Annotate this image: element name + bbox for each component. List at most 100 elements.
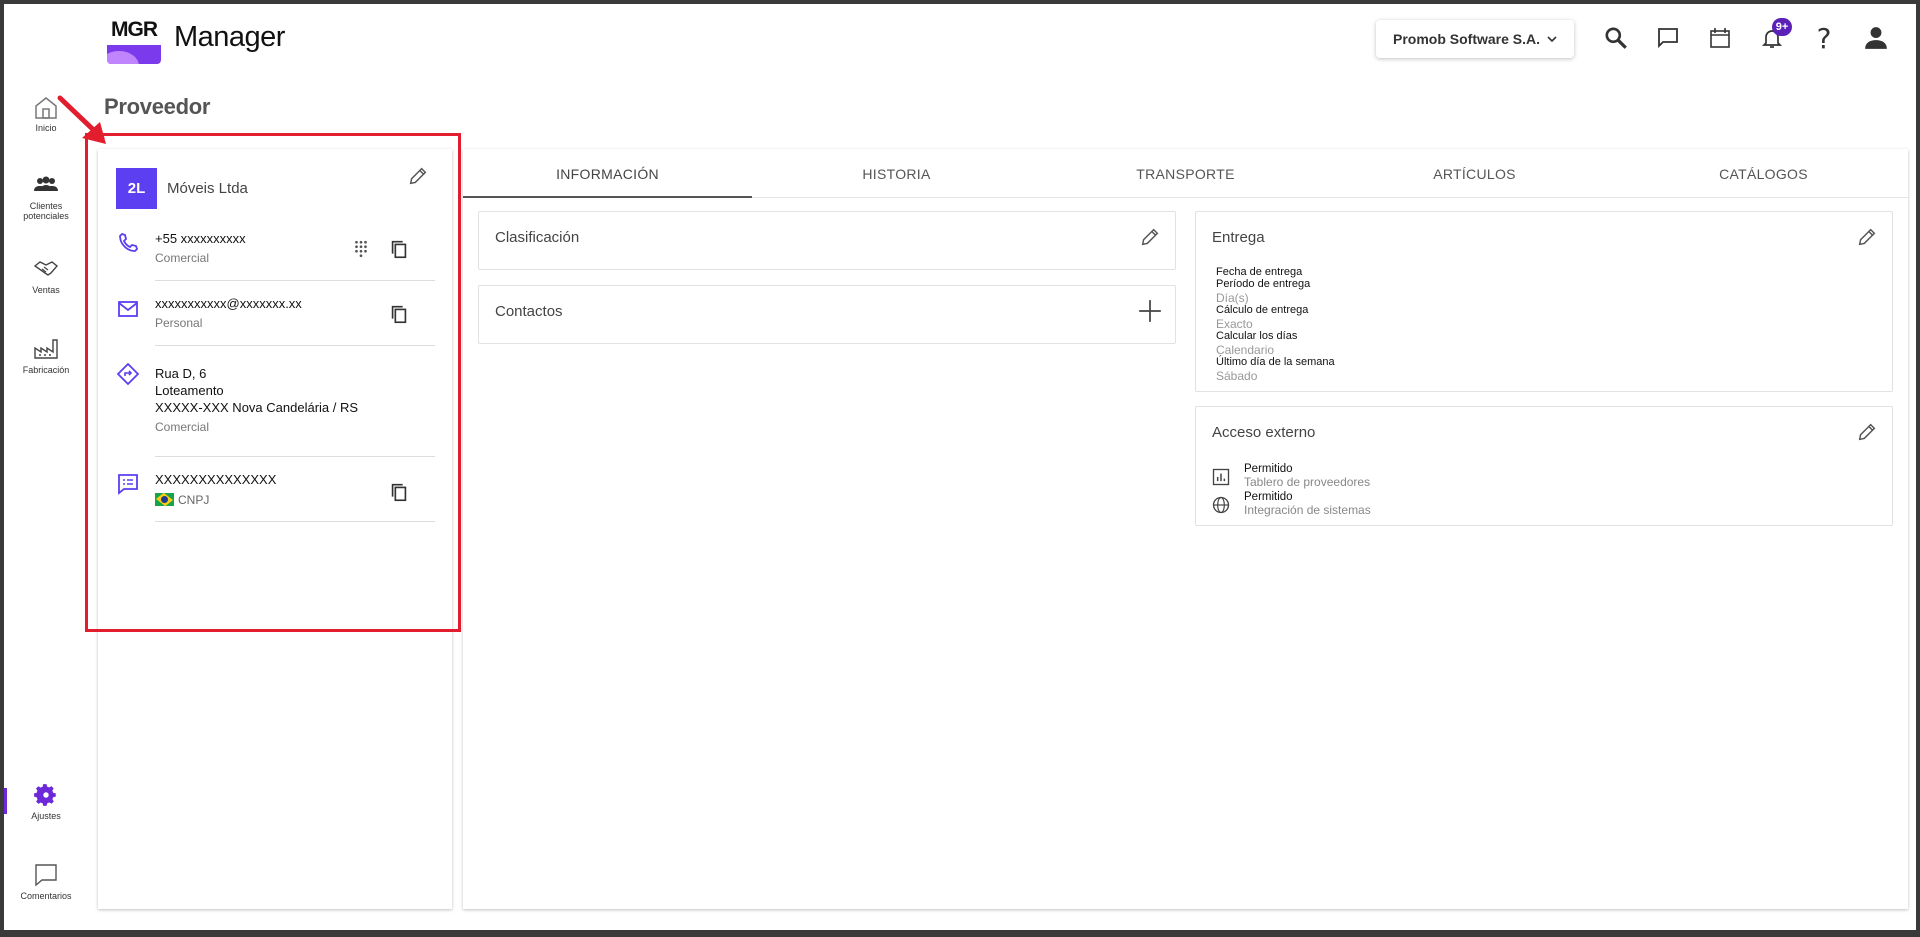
- account-button[interactable]: [1862, 24, 1890, 52]
- nav-label: Ventas: [32, 285, 60, 295]
- notifications-button[interactable]: 9+: [1758, 18, 1792, 52]
- address-line2: Loteamento: [155, 383, 224, 398]
- help-icon: ?: [1816, 21, 1832, 55]
- nav-item-ajustes[interactable]: Ajustes: [4, 782, 88, 821]
- notifications-badge: 9+: [1772, 18, 1792, 36]
- comment-icon: [35, 864, 57, 887]
- tab-historia[interactable]: HISTORIA: [752, 149, 1041, 198]
- search-button[interactable]: [1602, 24, 1630, 52]
- directions-icon: [116, 362, 140, 386]
- email-value[interactable]: xxxxxxxxxxx@xxxxxxx.xx: [155, 296, 302, 311]
- top-bar: MGR Manager Promob Software S.A. 9+ ?: [4, 4, 1916, 72]
- pencil-icon: [1858, 228, 1876, 246]
- entrega-label: Último día de la semana: [1216, 356, 1335, 368]
- separator: [155, 345, 435, 346]
- pencil-icon: [1141, 228, 1159, 246]
- calendar-icon: [1710, 28, 1730, 48]
- people-icon: [34, 176, 58, 191]
- separator: [155, 280, 435, 281]
- copy-phone-icon[interactable]: [388, 238, 410, 260]
- entrega-label: Cálculo de entrega: [1216, 304, 1309, 316]
- edit-acceso-button[interactable]: [1854, 419, 1880, 445]
- account-icon: [1865, 27, 1887, 49]
- acceso-name: Integración de sistemas: [1244, 503, 1371, 517]
- phone-value[interactable]: +55 xxxxxxxxxx: [155, 231, 246, 246]
- copy-document-icon[interactable]: [388, 481, 410, 503]
- nav-item-ventas[interactable]: Ventas: [4, 256, 88, 295]
- nav-label: Clientes potenciales: [23, 201, 69, 221]
- company-name: Promob Software S.A.: [1393, 31, 1541, 47]
- address-line1: Rua D, 6: [155, 366, 207, 381]
- acceso-name: Tablero de proveedores: [1244, 475, 1371, 489]
- panel-title: Contactos: [495, 303, 563, 320]
- nav-label: Fabricación: [22, 365, 70, 375]
- chat-button[interactable]: [1654, 24, 1682, 52]
- tab-informacion[interactable]: INFORMACIÓN: [463, 149, 752, 198]
- app-window: MGR Manager Promob Software S.A. 9+ ? In…: [4, 4, 1916, 930]
- phone-icon: [119, 232, 139, 252]
- email-type: Personal: [155, 316, 203, 330]
- nav-item-comentarios[interactable]: Comentarios: [4, 862, 88, 901]
- clasificacion-panel: Clasificación: [478, 211, 1176, 270]
- search-icon: [1605, 27, 1627, 49]
- email-icon: [118, 301, 138, 317]
- supplier-card: [98, 149, 452, 909]
- tab-transporte[interactable]: TRANSPORTE: [1041, 149, 1330, 198]
- entrega-label: Período de entrega: [1216, 278, 1311, 290]
- separator: [155, 521, 435, 522]
- nav-label: Comentarios: [20, 891, 72, 901]
- page-title: Proveedor: [104, 94, 211, 119]
- add-contacto-button[interactable]: [1137, 298, 1163, 324]
- nav-label: Ajustes: [31, 811, 61, 821]
- acceso-status: Permitido: [1244, 463, 1293, 475]
- address-type: Comercial: [155, 420, 210, 434]
- entrega-value: Día(s): [1216, 291, 1249, 305]
- chart-icon: [1212, 468, 1230, 486]
- document-type: CNPJ: [178, 493, 210, 507]
- nav-item-fabricacion[interactable]: Fabricación: [4, 336, 88, 375]
- tab-articulos[interactable]: ARTÍCULOS: [1330, 149, 1619, 198]
- nav-item-clientes[interactable]: Clientes potenciales: [4, 172, 88, 221]
- entrega-value: Sábado: [1216, 369, 1258, 383]
- help-button[interactable]: ?: [1810, 21, 1838, 55]
- edit-clasificacion-button[interactable]: [1137, 224, 1163, 250]
- entrega-value: Calendario: [1216, 343, 1275, 357]
- handshake-icon: [33, 261, 59, 276]
- separator: [155, 456, 435, 457]
- company-selector[interactable]: Promob Software S.A.: [1376, 20, 1574, 58]
- logo-text: MGR: [107, 14, 161, 45]
- factory-icon: [34, 339, 58, 359]
- address-line3: XXXXX-XXX Nova Candelária / RS: [155, 400, 359, 415]
- acceso-status: Permitido: [1244, 491, 1293, 503]
- phone-type: Comercial: [155, 251, 210, 265]
- document-value[interactable]: XXXXXXXXXXXXXX: [155, 472, 276, 487]
- app-logo[interactable]: MGR: [107, 14, 161, 64]
- copy-email-icon[interactable]: [388, 303, 410, 325]
- edit-supplier-button[interactable]: [405, 163, 431, 189]
- plus-icon: [1139, 300, 1161, 322]
- panel-title: Clasificación: [495, 229, 580, 246]
- pencil-icon: [409, 167, 427, 185]
- tab-bar: INFORMACIÓN HISTORIA TRANSPORTE ARTÍCULO…: [463, 149, 1908, 198]
- pencil-icon: [1858, 423, 1876, 441]
- gear-icon: [34, 784, 56, 806]
- panel-title: Entrega: [1212, 229, 1265, 246]
- app-name: Manager: [174, 21, 285, 53]
- tab-catalogos[interactable]: CATÁLOGOS: [1619, 149, 1908, 198]
- chevron-down-icon: [1547, 36, 1557, 43]
- logo-shape: [107, 45, 161, 64]
- supplier-name: Móveis Ltda: [167, 180, 248, 197]
- panel-title: Acceso externo: [1212, 424, 1316, 441]
- entrega-label: Fecha de entrega: [1216, 266, 1303, 278]
- chat-icon: [1658, 28, 1678, 49]
- contactos-panel: Contactos: [478, 285, 1176, 344]
- edit-entrega-button[interactable]: [1854, 224, 1880, 250]
- brazil-flag-icon: [155, 492, 174, 507]
- globe-icon: [1212, 496, 1230, 514]
- dialpad-icon[interactable]: [353, 240, 369, 258]
- supplier-avatar: 2L: [116, 168, 157, 209]
- calendar-button[interactable]: [1706, 24, 1734, 52]
- left-nav: Inicio Clientes potenciales Ventas Fabri…: [4, 72, 88, 930]
- entrega-label: Calcular los días: [1216, 330, 1298, 342]
- entrega-value: Exacto: [1216, 317, 1253, 331]
